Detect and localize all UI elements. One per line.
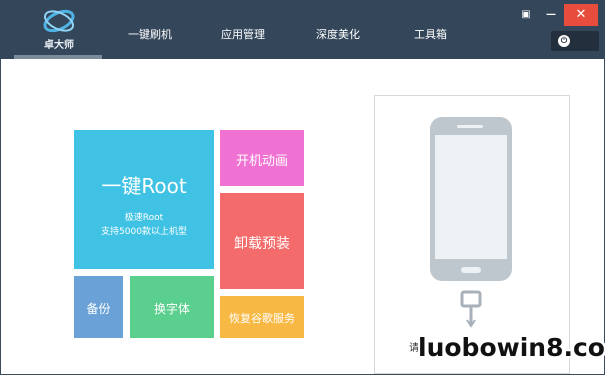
usb-icon: [460, 290, 482, 328]
tile-root-sub2: 支持5000款以上机型: [101, 227, 187, 237]
phone-screen: [435, 135, 507, 259]
tile-boot-title: 开机动画: [235, 154, 288, 169]
tile-backup-title: 备份: [86, 302, 111, 316]
logo-icon: [43, 9, 75, 33]
tile-uninstall-title: 卸载预装: [234, 236, 290, 252]
nav-toolbox[interactable]: 工具箱: [414, 26, 447, 42]
tile-one-key-root[interactable]: 一键Root 极速Root 支持5000款以上机型: [74, 130, 214, 269]
nav-flash[interactable]: 一键刷机: [128, 26, 172, 42]
menu-button[interactable]: ▣: [514, 7, 538, 25]
active-tab-indicator: [14, 55, 102, 59]
tile-uninstall-preinstalled[interactable]: 卸载预装: [220, 193, 304, 289]
tile-google-title: 恢复谷歌服务: [229, 312, 295, 325]
phone-home-button: [461, 267, 481, 273]
tile-root-title: 一键Root: [101, 174, 187, 198]
logo-text: 卓大师: [44, 40, 74, 51]
power-toggle[interactable]: ⏻: [551, 31, 599, 51]
minimize-button[interactable]: —: [539, 7, 563, 25]
tile-root-sub1: 极速Root: [124, 213, 164, 223]
tile-backup[interactable]: 备份: [74, 276, 123, 338]
close-button[interactable]: ✕: [564, 4, 598, 26]
tile-restore-google[interactable]: 恢复谷歌服务: [220, 296, 304, 338]
tile-change-font[interactable]: 换字体: [130, 276, 214, 338]
phone-speaker: [457, 125, 483, 128]
tile-boot-animation[interactable]: 开机动画: [220, 130, 304, 186]
nav-app-manage[interactable]: 应用管理: [221, 26, 265, 42]
title-bar: 卓大师 一键刷机 应用管理 深度美化 工具箱 ▣ — ✕ ⏻: [0, 0, 605, 59]
watermark: luobowin8.com: [418, 333, 605, 362]
nav-beautify[interactable]: 深度美化: [316, 26, 360, 42]
app-logo[interactable]: 卓大师: [33, 8, 85, 52]
power-icon: ⏻: [558, 35, 570, 47]
tile-font-title: 换字体: [153, 302, 190, 316]
phone-icon: [430, 117, 512, 281]
